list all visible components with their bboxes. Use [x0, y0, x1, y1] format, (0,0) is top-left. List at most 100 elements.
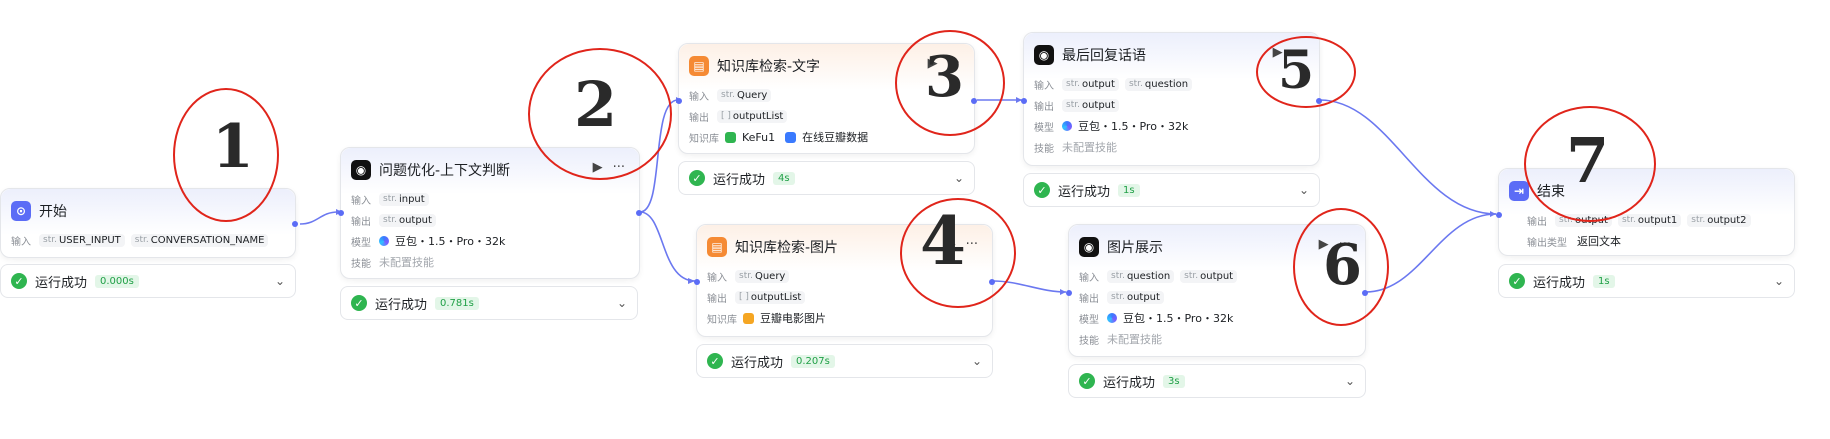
- kb-item: 在线豆瓣数据: [802, 131, 869, 144]
- param-tag: str. output: [1107, 290, 1164, 304]
- input-label: 输入: [351, 195, 371, 207]
- chevron-down-icon[interactable]: ⌄: [1345, 374, 1355, 388]
- llm-icon: ◉: [351, 160, 371, 180]
- param-tag: [ ] outputList: [717, 109, 788, 123]
- status-text: 运行成功: [731, 355, 784, 371]
- workflow-canvas[interactable]: ⊙ 开始 输入 str. USER_INPUT str. CONVERSATION_…: [0, 0, 1830, 439]
- input-label: 输入: [11, 236, 31, 248]
- check-circle-icon: ✓: [11, 273, 27, 289]
- time-badge: 1s: [1593, 274, 1615, 288]
- check-circle-icon: ✓: [1509, 273, 1525, 289]
- output-port[interactable]: [292, 221, 298, 227]
- check-circle-icon: ✓: [707, 353, 723, 369]
- llm-icon: ◉: [1079, 237, 1099, 257]
- skill-label: 技能: [1079, 335, 1099, 347]
- status-text: 运行成功: [713, 172, 766, 188]
- param-tag: str. CONVERSATION_NAME: [130, 233, 269, 247]
- kb-item-icon: [725, 131, 736, 143]
- doubao-icon: [1062, 121, 1072, 131]
- output-label: 输出: [1527, 216, 1547, 228]
- input-label: 输入: [1034, 80, 1054, 92]
- status-text: 运行成功: [375, 297, 428, 313]
- status-bar-rewrite[interactable]: ✓ 运行成功 0.781s ⌄: [340, 286, 638, 320]
- model-label: 模型: [1079, 314, 1099, 326]
- input-port[interactable]: [1496, 212, 1502, 218]
- status-bar-end[interactable]: ✓ 运行成功 1s ⌄: [1498, 264, 1795, 298]
- input-port[interactable]: [1066, 290, 1072, 296]
- output-type-value: 返回文本: [1577, 235, 1621, 248]
- status-bar-image-display[interactable]: ✓ 运行成功 3s ⌄: [1068, 364, 1366, 398]
- param-tag: str. USER_INPUT: [39, 233, 125, 247]
- time-badge: 3s: [1163, 374, 1185, 388]
- skill-label: 技能: [1034, 143, 1054, 155]
- node-title: 图片展示: [1107, 240, 1163, 256]
- input-label: 输入: [689, 91, 709, 103]
- skill-value: 未配置技能: [1062, 141, 1117, 154]
- input-label: 输入: [1079, 272, 1099, 284]
- exit-icon: ⇥: [1509, 181, 1529, 201]
- output-port[interactable]: [636, 210, 642, 216]
- output-type-label: 输出类型: [1527, 237, 1567, 249]
- status-bar-kb-image[interactable]: ✓ 运行成功 0.207s ⌄: [696, 344, 993, 378]
- knowledge-base-icon: ▤: [707, 237, 727, 257]
- node-title: 知识库检索-图片: [735, 240, 839, 256]
- input-port[interactable]: [1021, 98, 1027, 104]
- chevron-down-icon[interactable]: ⌄: [1299, 183, 1309, 197]
- param-tag: str. output: [1180, 269, 1238, 283]
- annotation-number: 6: [1323, 232, 1362, 298]
- status-bar-final-reply[interactable]: ✓ 运行成功 1s ⌄: [1023, 173, 1320, 207]
- param-tag: str. output: [379, 213, 436, 227]
- check-circle-icon: ✓: [689, 170, 705, 186]
- kb-item-icon: [743, 312, 754, 324]
- node-title: 最后回复话语: [1062, 48, 1146, 64]
- chevron-down-icon[interactable]: ⌄: [275, 274, 285, 288]
- status-text: 运行成功: [1533, 275, 1586, 291]
- param-tag: str. output: [1062, 77, 1119, 91]
- start-icon: ⊙: [11, 201, 31, 221]
- llm-icon: ◉: [1034, 45, 1054, 65]
- annotation-number: 5: [1278, 40, 1315, 101]
- model-name: 豆包・1.5・Pro・32k: [1078, 120, 1189, 133]
- skill-value: 未配置技能: [1107, 333, 1162, 346]
- param-tag: str. question: [1107, 269, 1175, 283]
- input-port[interactable]: [338, 210, 344, 216]
- annotation-number: 3: [925, 44, 964, 110]
- time-badge: 1s: [1118, 183, 1140, 197]
- time-badge: 0.781s: [435, 296, 479, 310]
- chevron-down-icon[interactable]: ⌄: [1774, 274, 1784, 288]
- model-name: 豆包・1.5・Pro・32k: [395, 235, 506, 248]
- input-port[interactable]: [676, 98, 682, 104]
- status-bar-kb-text[interactable]: ✓ 运行成功 4s ⌄: [678, 161, 975, 195]
- annotation-number: 7: [1566, 124, 1610, 197]
- node-title: 知识库检索-文字: [717, 59, 821, 75]
- edge-rewrite-kbimage: [639, 211, 696, 282]
- edge-final-end: [1319, 99, 1497, 215]
- output-label: 输出: [689, 112, 709, 124]
- status-text: 运行成功: [1058, 184, 1111, 200]
- param-tag: str. output1: [1617, 213, 1682, 227]
- param-tag: [ ] outputList: [735, 290, 806, 304]
- check-circle-icon: ✓: [351, 295, 367, 311]
- annotation-number: 1: [212, 112, 254, 182]
- param-tag: str. output: [1062, 98, 1119, 112]
- chevron-down-icon[interactable]: ⌄: [617, 296, 627, 310]
- node-title: 问题优化-上下文判断: [379, 163, 511, 179]
- input-port[interactable]: [694, 279, 700, 285]
- time-badge: 0.000s: [95, 274, 139, 288]
- kb-item: 豆瓣电影图片: [760, 312, 826, 325]
- time-badge: 4s: [773, 171, 795, 185]
- status-text: 运行成功: [1103, 375, 1156, 391]
- chevron-down-icon[interactable]: ⌄: [972, 354, 982, 368]
- chevron-down-icon[interactable]: ⌄: [954, 171, 964, 185]
- output-label: 输出: [1079, 293, 1099, 305]
- edge-start-rewrite: [299, 211, 339, 225]
- param-tag: str. Query: [717, 88, 772, 102]
- kb-label: 知识库: [689, 133, 719, 145]
- status-bar-start[interactable]: ✓ 运行成功 0.000s ⌄: [0, 264, 296, 298]
- model-label: 模型: [351, 237, 371, 249]
- doubao-icon: [1107, 313, 1117, 323]
- param-tag: str. Query: [735, 269, 790, 283]
- output-label: 输出: [1034, 101, 1054, 113]
- knowledge-base-icon: ▤: [689, 56, 709, 76]
- param-tag: str. output2: [1687, 213, 1751, 227]
